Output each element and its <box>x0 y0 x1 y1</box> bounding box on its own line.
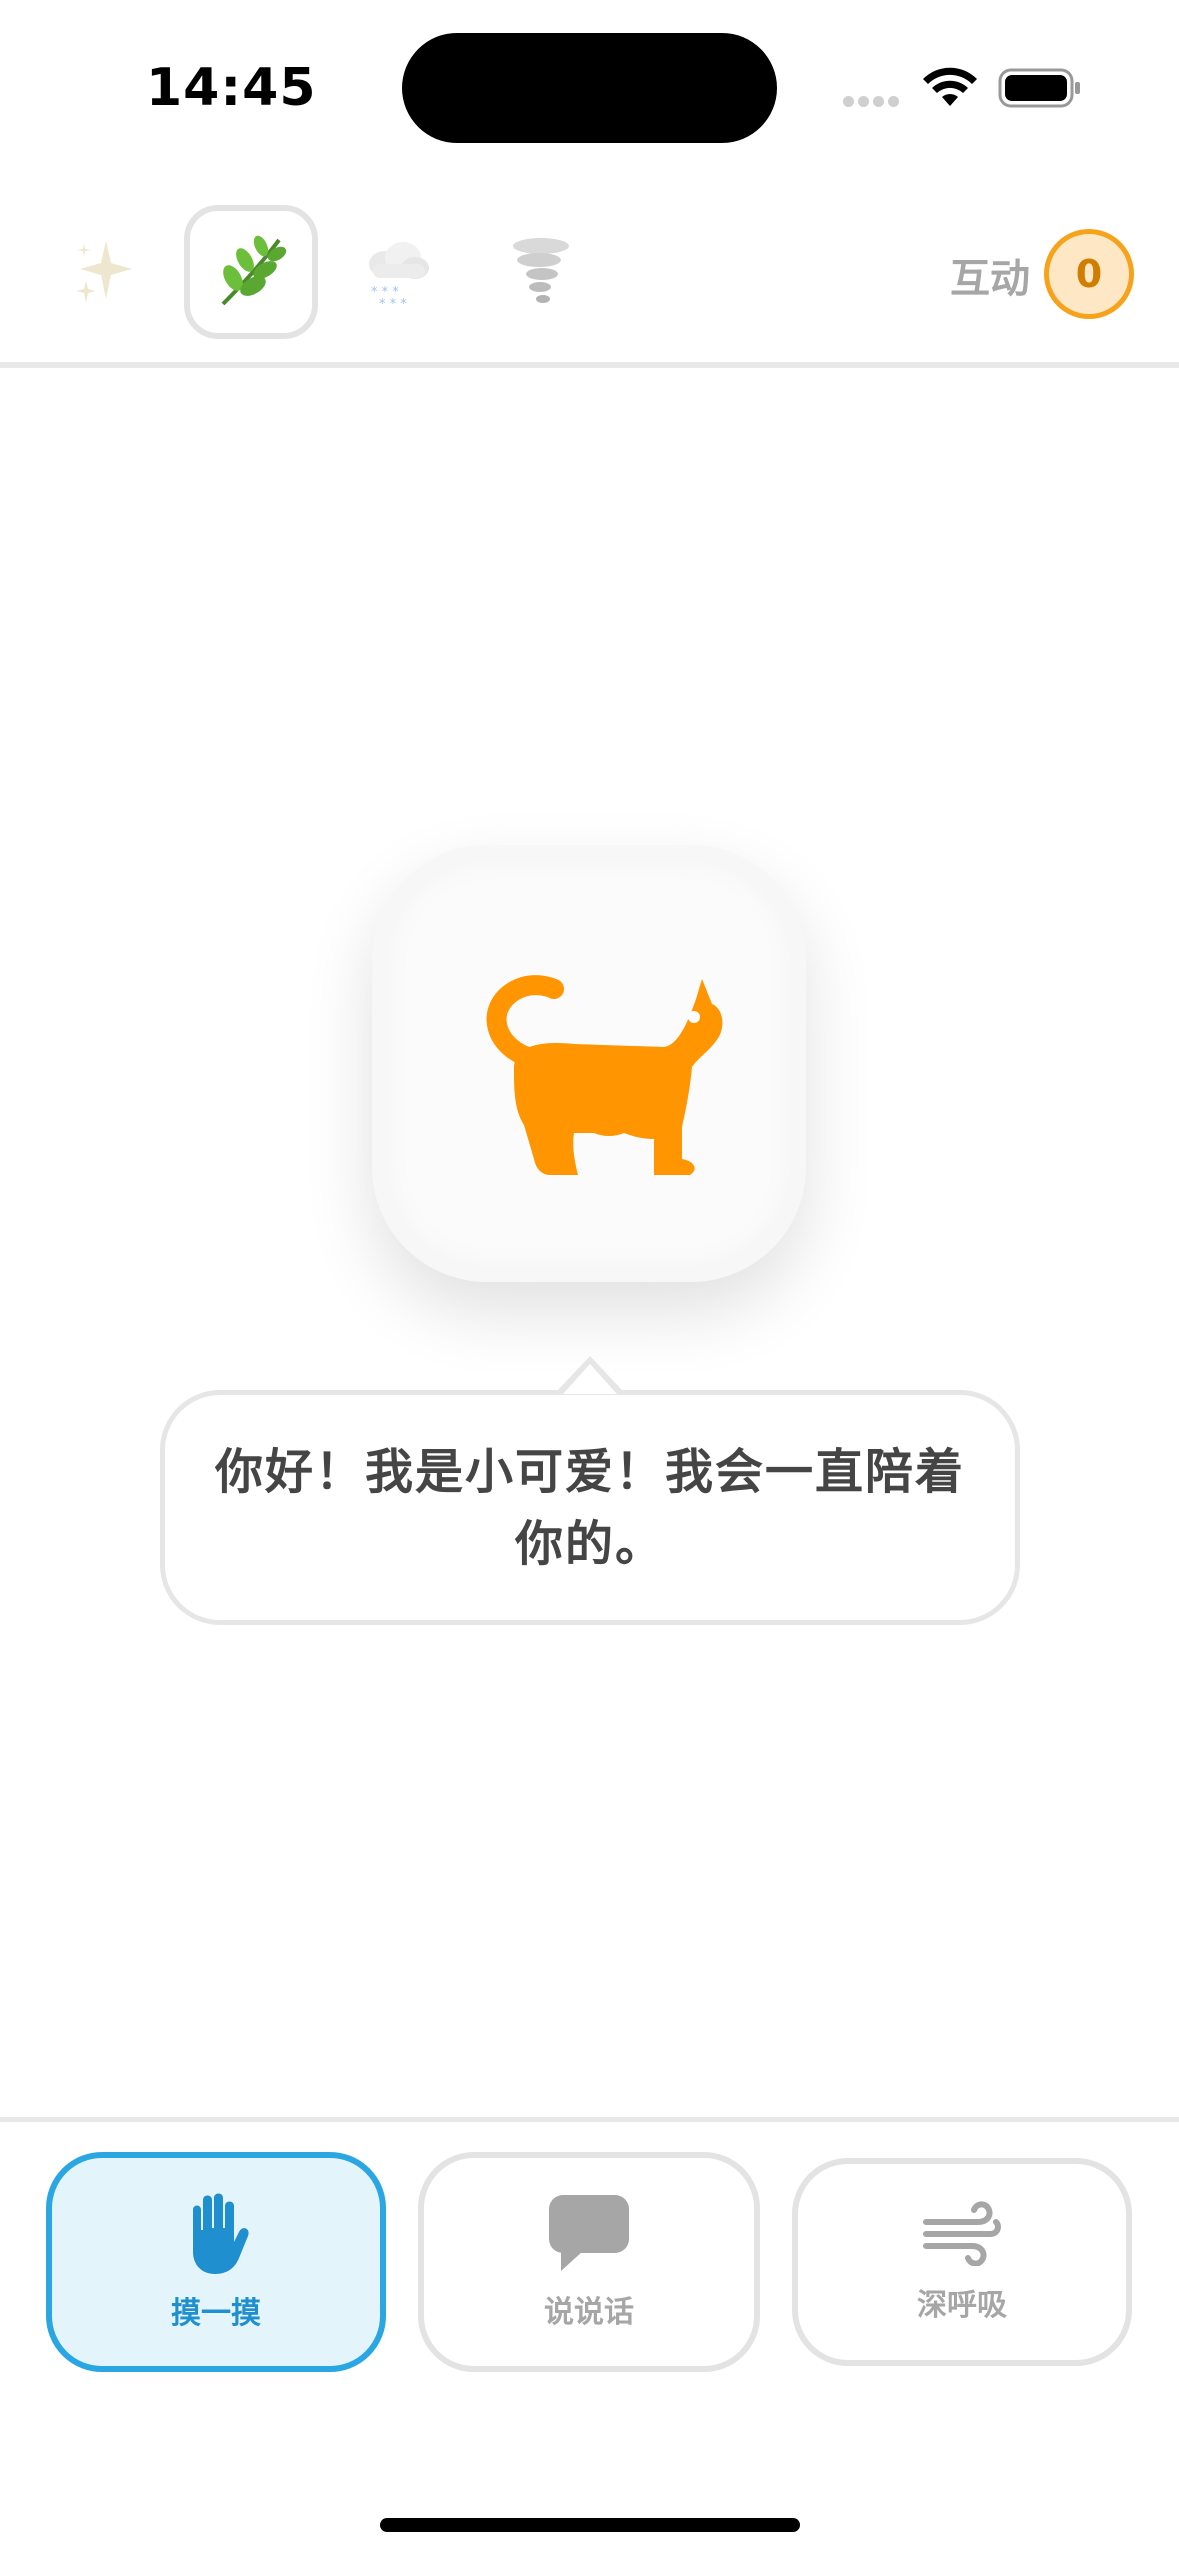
dynamic-island <box>402 33 777 143</box>
bottom-divider <box>0 2117 1179 2122</box>
pet-action-label: 摸一摸 <box>171 2296 261 2331</box>
wind-icon <box>923 2201 1001 2266</box>
pet-card[interactable] <box>372 845 806 1282</box>
weather-tab-sparkles[interactable] <box>40 205 174 339</box>
weather-tab-herb[interactable] <box>184 205 318 339</box>
sparkles-icon <box>76 241 132 303</box>
cat-icon <box>486 974 723 1175</box>
hand-icon <box>193 2193 249 2274</box>
pet-action-button[interactable]: 摸一摸 <box>46 2152 386 2372</box>
battery-icon <box>998 68 1080 108</box>
breathe-action-button[interactable]: 深呼吸 <box>792 2158 1132 2366</box>
talk-action-label: 说说话 <box>544 2295 634 2330</box>
status-time: 14:45 <box>146 58 317 118</box>
speech-line-1: 你好！我是小可爱！我会一直陪着 <box>214 1443 965 1500</box>
top-divider <box>0 362 1179 368</box>
talk-action-button[interactable]: 说说话 <box>418 2152 760 2372</box>
wifi-icon <box>923 67 977 106</box>
interaction-label: 互动 <box>950 256 1030 302</box>
home-indicator[interactable] <box>380 2518 800 2532</box>
chat-bubble-icon <box>549 2195 629 2271</box>
weather-tab-tornado[interactable] <box>474 205 608 339</box>
herb-icon <box>221 235 287 306</box>
weather-tab-snow-cloud[interactable]: * * * * * * <box>330 205 464 339</box>
breathe-action-label: 深呼吸 <box>917 2288 1007 2323</box>
speech-bubble: 你好！我是小可爱！我会一直陪着 你的。 <box>160 1390 1020 1625</box>
snow-cloud-icon: * * * * * * <box>369 242 429 310</box>
speech-line-2: 你的。 <box>514 1515 665 1572</box>
speech-text: 你好！我是小可爱！我会一直陪着 你的。 <box>215 1436 965 1580</box>
speech-bubble-tail-fill <box>563 1364 617 1394</box>
interaction-count-badge: 0 <box>1044 229 1134 319</box>
tornado-icon <box>513 238 569 303</box>
svg-text:* * *: * * * <box>379 297 407 310</box>
